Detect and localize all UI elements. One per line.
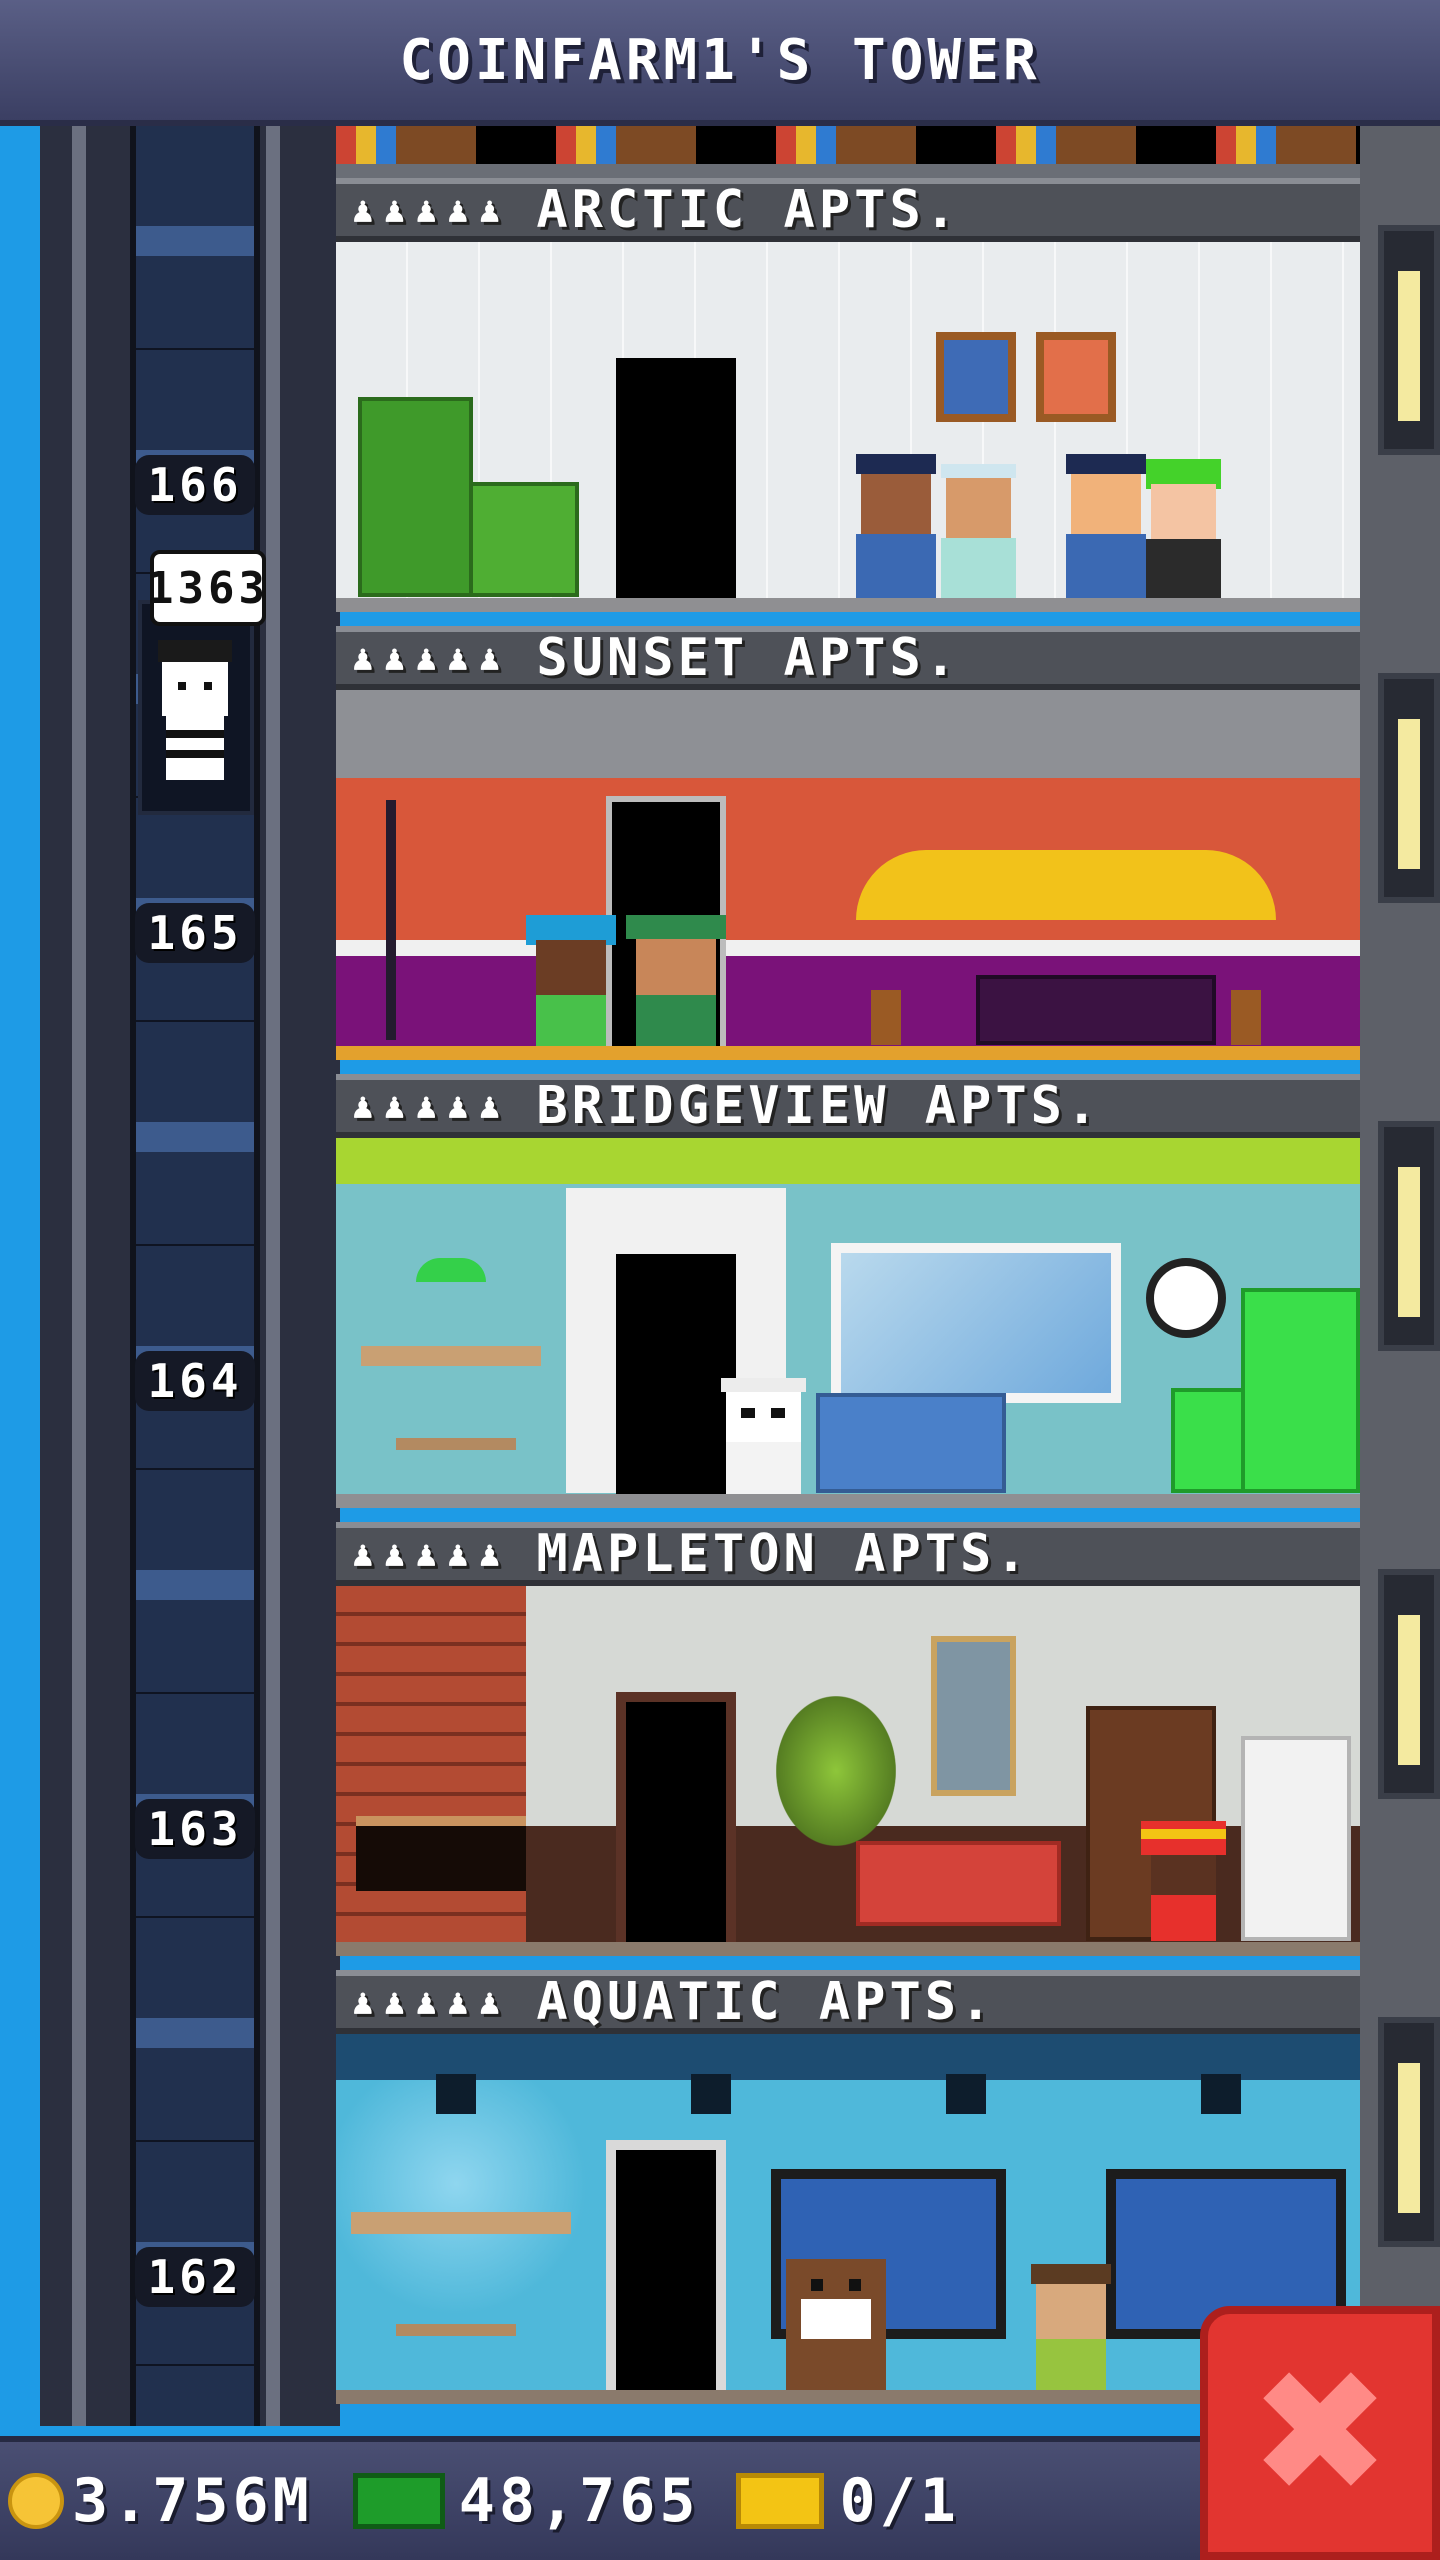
resident-group[interactable]: [816, 454, 1256, 599]
spotlight: [946, 2074, 986, 2114]
cabinet: [469, 482, 579, 597]
floor-number-162: 162: [135, 2247, 255, 2307]
coins-value: 3.756M: [72, 2466, 313, 2536]
fridge: [1241, 1288, 1360, 1493]
tower-title: COINFARM1'S TOWER: [399, 27, 1041, 93]
wall-shelf: [351, 2212, 571, 2234]
resident-capacity-icons: ♟♟♟♟♟: [352, 1533, 511, 1575]
fridge: [358, 397, 473, 597]
floor-room[interactable]: [336, 1138, 1360, 1508]
sofa: [856, 1841, 1061, 1926]
floor-name: SUNSET APTS.: [536, 628, 961, 688]
clock-icon: [1146, 1258, 1226, 1338]
plant: [871, 990, 901, 1045]
floor-name: BRIDGEVIEW APTS.: [536, 1076, 1102, 1136]
wall-stripe: [336, 1138, 1360, 1184]
wall-shelf: [361, 1346, 541, 1366]
window: [1378, 1569, 1440, 1799]
passenger-destination-bubble[interactable]: 1363: [147, 550, 266, 626]
resident-capacity-icons: ♟♟♟♟♟: [352, 189, 511, 231]
floor-room[interactable]: [336, 1586, 1360, 1956]
brick-wall: [336, 1586, 526, 1956]
door: [616, 358, 736, 598]
bux-icon[interactable]: [352, 2473, 445, 2529]
floor-header: ♟♟♟♟♟ SUNSET APTS.: [336, 626, 1360, 690]
floor-name: MAPLETON APTS.: [536, 1524, 1031, 1584]
floor-above-partial: [336, 126, 1360, 178]
ticket-icon[interactable]: [735, 2473, 824, 2529]
floor-arctic-apts[interactable]: ♟♟♟♟♟ ARCTIC APTS.: [336, 178, 1360, 626]
floor-mapleton-apts[interactable]: ♟♟♟♟♟ MAPLETON APTS.: [336, 1522, 1360, 1970]
window: [1378, 225, 1440, 455]
window: [1378, 673, 1440, 903]
resident-capacity-icons: ♟♟♟♟♟: [352, 1085, 511, 1127]
dining-table: [396, 2324, 516, 2389]
window: [1378, 1121, 1440, 1351]
resident[interactable]: [716, 1378, 811, 1498]
close-button[interactable]: ✖: [1200, 2306, 1440, 2560]
spotlight: [691, 2074, 731, 2114]
bux-value[interactable]: 48,765: [459, 2466, 700, 2536]
resident[interactable]: [781, 2259, 891, 2394]
floor-name: AQUATIC APTS.: [536, 1972, 996, 2032]
resident[interactable]: [1136, 1821, 1231, 1941]
door: [616, 1692, 736, 1942]
window: [1378, 2017, 1440, 2247]
ceiling-trim: [336, 690, 1360, 778]
fireplace: [356, 1816, 526, 1891]
floor-header: ♟♟♟♟♟ ARCTIC APTS.: [336, 178, 1360, 242]
floor-room[interactable]: [336, 690, 1360, 1060]
sky-strip: [0, 126, 40, 2426]
dining-table: [396, 1438, 516, 1493]
floor-number-163: 163: [135, 1799, 255, 1859]
floor-number-165: 165: [135, 903, 255, 963]
floor-number-164: 164: [135, 1351, 255, 1411]
floor-header: ♟♟♟♟♟ BRIDGEVIEW APTS.: [336, 1074, 1360, 1138]
floor-header: ♟♟♟♟♟ MAPLETON APTS.: [336, 1522, 1360, 1586]
pendant-lamp: [416, 1258, 486, 1282]
coin-icon: [8, 2473, 64, 2529]
plant: [776, 1696, 896, 1846]
sun-awning: [856, 850, 1276, 920]
floor-room[interactable]: [336, 242, 1360, 612]
fridge: [1241, 1736, 1351, 1941]
spotlight: [436, 2074, 476, 2114]
tower-title-bar: COINFARM1'S TOWER: [0, 0, 1440, 126]
door: [606, 2140, 726, 2390]
sofa: [816, 1393, 1006, 1493]
resident[interactable]: [1026, 2264, 1116, 2394]
resident-capacity-icons: ♟♟♟♟♟: [352, 1981, 511, 2023]
spotlight: [1201, 2074, 1241, 2114]
sofa: [976, 975, 1216, 1045]
floor-header: ♟♟♟♟♟ AQUATIC APTS.: [336, 1970, 1360, 2034]
resident-capacity-icons: ♟♟♟♟♟: [352, 637, 511, 679]
window: [831, 1243, 1121, 1403]
floor-name: ARCTIC APTS.: [536, 180, 961, 240]
tickets-value[interactable]: 0/1: [840, 2466, 960, 2536]
lamp-post: [386, 800, 396, 1040]
floor-sunset-apts[interactable]: ♟♟♟♟♟ SUNSET APTS.: [336, 626, 1360, 1074]
picture-frame: [1036, 332, 1116, 422]
close-icon: ✖: [1248, 2334, 1392, 2532]
resident-group[interactable]: [526, 915, 776, 1050]
picture-frame: [936, 332, 1016, 422]
floor-number-166: 166: [135, 455, 255, 515]
picture-frame: [931, 1636, 1016, 1796]
elevator-passenger[interactable]: [150, 640, 240, 780]
plant: [1231, 990, 1261, 1045]
floor-bridgeview-apts[interactable]: ♟♟♟♟♟ BRIDGEVIEW APTS.: [336, 1074, 1360, 1522]
